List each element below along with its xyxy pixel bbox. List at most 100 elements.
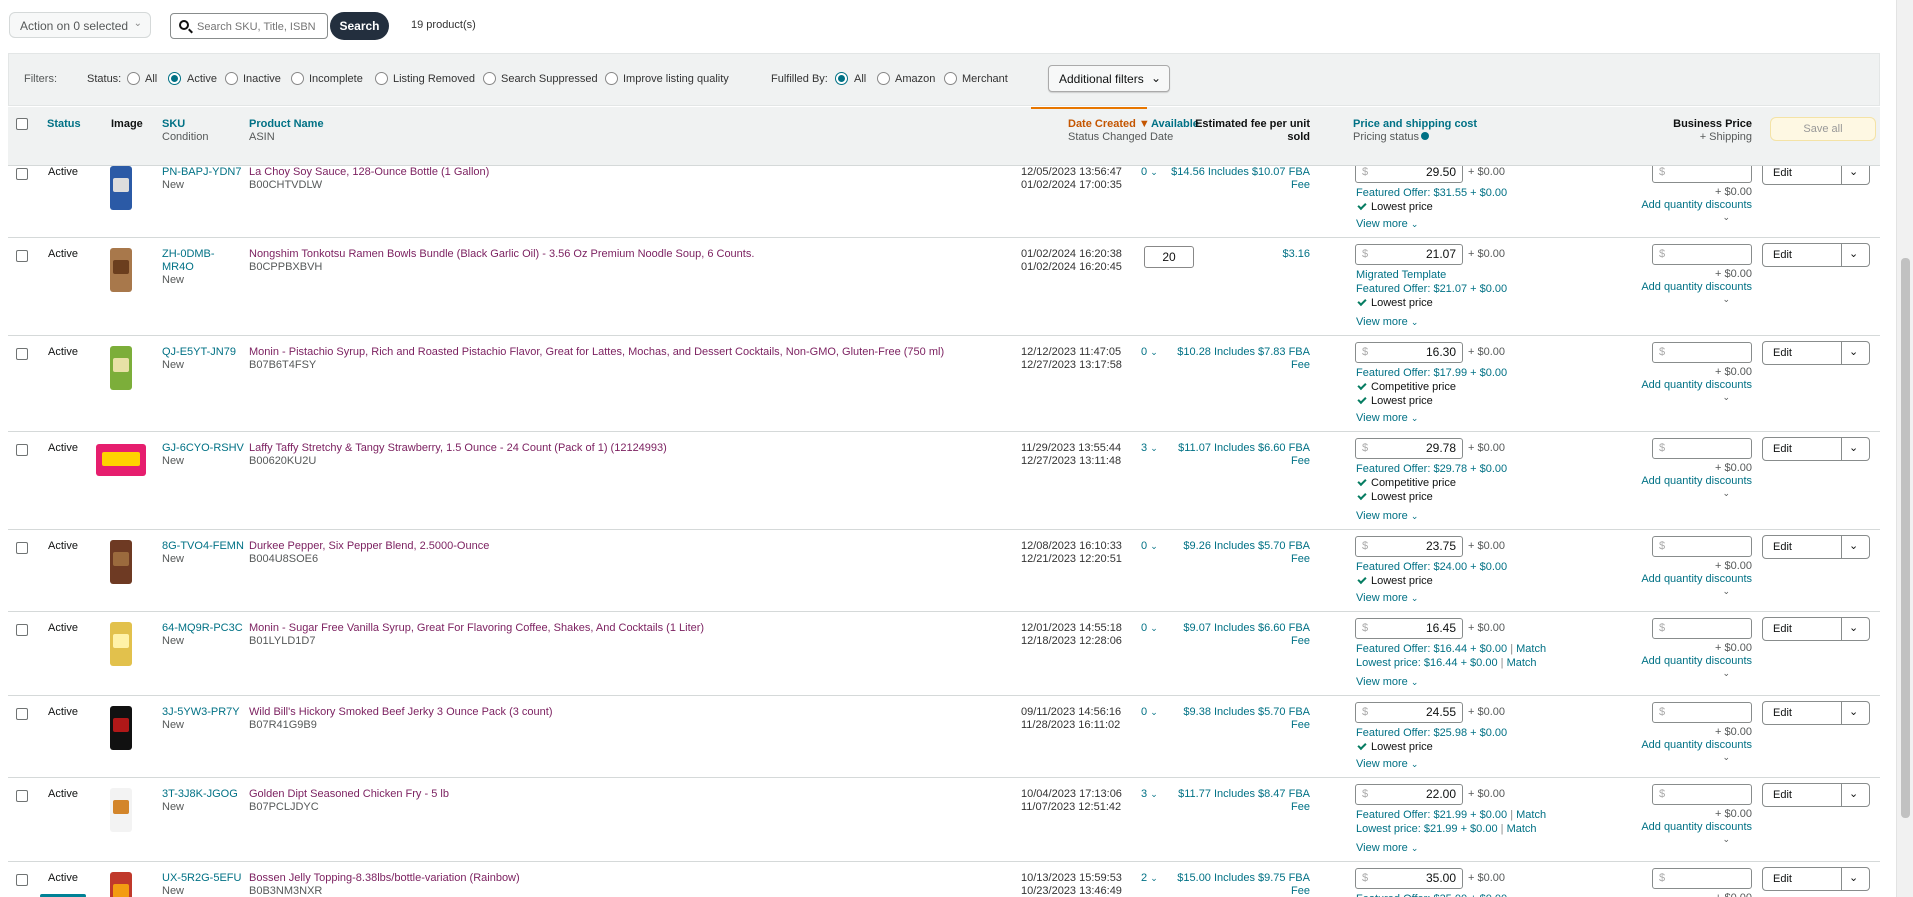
row-fee[interactable]: $9.38 Includes $5.70 FBA Fee [1183, 706, 1310, 732]
view-more-link[interactable]: View more ⌄ [1356, 758, 1418, 771]
price-input[interactable]: $35.00 [1355, 868, 1463, 889]
price-input[interactable]: $16.30 [1355, 342, 1463, 363]
chevron-down-icon[interactable]: ⌄ [1722, 667, 1730, 680]
chevron-down-icon[interactable]: ⌄ [1722, 211, 1730, 224]
chevron-down-icon[interactable]: ⌄ [1849, 621, 1858, 634]
search-button[interactable]: Search [330, 12, 389, 40]
add-quantity-discounts-link[interactable]: Add quantity discounts [1641, 739, 1752, 752]
add-quantity-discounts-link[interactable]: Add quantity discounts [1641, 573, 1752, 586]
product-name-link[interactable]: La Choy Soy Sauce, 128-Ounce Bottle (1 G… [249, 166, 489, 178]
row-sku[interactable]: 64-MQ9R-PC3C New [162, 622, 244, 648]
additional-filters-button[interactable]: Additional filters ⌄ [1048, 65, 1170, 92]
add-quantity-discounts-link[interactable]: Add quantity discounts [1641, 379, 1752, 392]
product-image[interactable] [96, 244, 146, 296]
view-more-link[interactable]: View more ⌄ [1356, 316, 1418, 329]
edit-button[interactable]: Edit ⌄ [1762, 437, 1870, 461]
status-option-inactive[interactable]: Inactive [225, 71, 281, 87]
status-option-all[interactable]: All [127, 71, 157, 87]
edit-button[interactable]: Edit ⌄ [1762, 701, 1870, 725]
product-image[interactable] [96, 444, 146, 476]
status-option-improve-quality[interactable]: Improve listing quality [605, 71, 729, 87]
chevron-down-icon[interactable]: ⌄ [1849, 166, 1858, 178]
row-fee[interactable]: $9.26 Includes $5.70 FBA Fee [1183, 540, 1310, 566]
sku-link[interactable]: 3J-5YW3-PR7Y [162, 706, 240, 718]
product-name-link[interactable]: Monin - Sugar Free Vanilla Syrup, Great … [249, 622, 704, 634]
match-link[interactable]: Match [1516, 809, 1546, 821]
match-link[interactable]: Match [1507, 823, 1537, 835]
column-product-name[interactable]: Product Name ASIN [249, 118, 324, 144]
search-input[interactable] [197, 18, 325, 35]
row-fee[interactable]: $11.77 Includes $8.47 FBA Fee [1178, 788, 1310, 814]
sku-link[interactable]: PN-BAPJ-YDN7 [162, 166, 241, 178]
chevron-down-icon[interactable]: ⌄ [1722, 833, 1730, 846]
chevron-down-icon[interactable]: ⌄ [1849, 705, 1858, 718]
row-sku[interactable]: UX-5R2G-5EFU New [162, 872, 244, 897]
product-image[interactable] [96, 166, 146, 214]
edit-button[interactable]: Edit ⌄ [1762, 243, 1870, 267]
product-image[interactable] [96, 618, 146, 670]
price-input[interactable]: $29.50 [1355, 166, 1463, 183]
product-image[interactable] [96, 342, 146, 394]
product-name-link[interactable]: Bossen Jelly Topping-8.38lbs/bottle-vari… [249, 872, 520, 884]
available-quantity[interactable]: 3 ⌄ [1141, 788, 1158, 801]
available-quantity[interactable]: 0 ⌄ [1141, 540, 1158, 553]
sku-link[interactable]: UX-5R2G-5EFU [162, 872, 241, 884]
chevron-down-icon[interactable]: ⌄ [1849, 441, 1858, 454]
business-price-input[interactable]: $ [1652, 536, 1752, 557]
available-quantity[interactable]: 3 ⌄ [1141, 442, 1158, 455]
product-image[interactable] [96, 536, 146, 588]
product-name-link[interactable]: Durkee Pepper, Six Pepper Blend, 2.5000-… [249, 540, 489, 552]
chevron-down-icon[interactable]: ⌄ [1722, 751, 1730, 764]
price-input[interactable]: $22.00 [1355, 784, 1463, 805]
row-sku[interactable]: 8G-TVO4-FEMN New [162, 540, 244, 566]
row-checkbox[interactable] [16, 542, 28, 554]
page-scrollbar[interactable] [1896, 0, 1913, 897]
available-quantity[interactable]: 2 ⌄ [1141, 872, 1158, 885]
edit-button[interactable]: Edit ⌄ [1762, 341, 1870, 365]
view-more-link[interactable]: View more ⌄ [1356, 510, 1418, 523]
chevron-down-icon[interactable]: ⌄ [1722, 487, 1730, 500]
chevron-down-icon[interactable]: ⌄ [1849, 787, 1858, 800]
view-more-link[interactable]: View more ⌄ [1356, 592, 1418, 605]
chevron-down-icon[interactable]: ⌄ [1849, 539, 1858, 552]
chevron-down-icon[interactable]: ⌄ [1849, 345, 1858, 358]
product-image[interactable] [96, 784, 146, 836]
available-quantity[interactable]: 0 ⌄ [1141, 706, 1158, 719]
chevron-down-icon[interactable]: ⌄ [1722, 293, 1730, 306]
sku-link[interactable]: ZH-0DMB-MR4O [162, 248, 215, 273]
row-fee[interactable]: $9.07 Includes $6.60 FBA Fee [1183, 622, 1310, 648]
price-input[interactable]: $16.45 [1355, 618, 1463, 639]
sku-link[interactable]: 64-MQ9R-PC3C [162, 622, 243, 634]
sku-link[interactable]: 3T-3J8K-JGOG [162, 788, 238, 800]
bulk-action-dropdown[interactable]: Action on 0 selected ⌄ [9, 12, 151, 38]
row-sku[interactable]: PN-BAPJ-YDN7 New [162, 166, 244, 192]
row-checkbox[interactable] [16, 250, 28, 262]
business-price-input[interactable]: $ [1652, 438, 1752, 459]
business-price-input[interactable]: $ [1652, 342, 1752, 363]
row-sku[interactable]: ZH-0DMB-MR4O New [162, 248, 244, 287]
business-price-input[interactable]: $ [1652, 784, 1752, 805]
price-input[interactable]: $29.78 [1355, 438, 1463, 459]
row-checkbox[interactable] [16, 444, 28, 456]
status-option-search-suppressed[interactable]: Search Suppressed [483, 71, 598, 87]
fulfilled-option-merchant[interactable]: Merchant [944, 71, 1008, 87]
row-sku[interactable]: 3J-5YW3-PR7Y New [162, 706, 244, 732]
row-checkbox[interactable] [16, 348, 28, 360]
available-quantity[interactable]: 0 ⌄ [1141, 346, 1158, 359]
add-quantity-discounts-link[interactable]: Add quantity discounts [1641, 475, 1752, 488]
business-price-input[interactable]: $ [1652, 868, 1752, 889]
row-fee[interactable]: $11.07 Includes $6.60 FBA Fee [1178, 442, 1310, 468]
row-sku[interactable]: QJ-E5YT-JN79 New [162, 346, 244, 372]
business-price-input[interactable]: $ [1652, 166, 1752, 183]
view-more-link[interactable]: View more ⌄ [1356, 218, 1418, 231]
edit-button[interactable]: Edit ⌄ [1762, 783, 1870, 807]
view-more-link[interactable]: View more ⌄ [1356, 842, 1418, 855]
sku-link[interactable]: GJ-6CYO-RSHV [162, 442, 244, 454]
column-price[interactable]: Price and shipping cost Pricing status [1353, 118, 1477, 144]
product-name-link[interactable]: Nongshim Tonkotsu Ramen Bowls Bundle (Bl… [249, 248, 754, 260]
product-name-link[interactable]: Wild Bill's Hickory Smoked Beef Jerky 3 … [249, 706, 552, 718]
row-sku[interactable]: GJ-6CYO-RSHV New [162, 442, 244, 468]
add-quantity-discounts-link[interactable]: Add quantity discounts [1641, 199, 1752, 212]
status-option-listing-removed[interactable]: Listing Removed [375, 71, 475, 87]
sku-link[interactable]: 8G-TVO4-FEMN [162, 540, 244, 552]
